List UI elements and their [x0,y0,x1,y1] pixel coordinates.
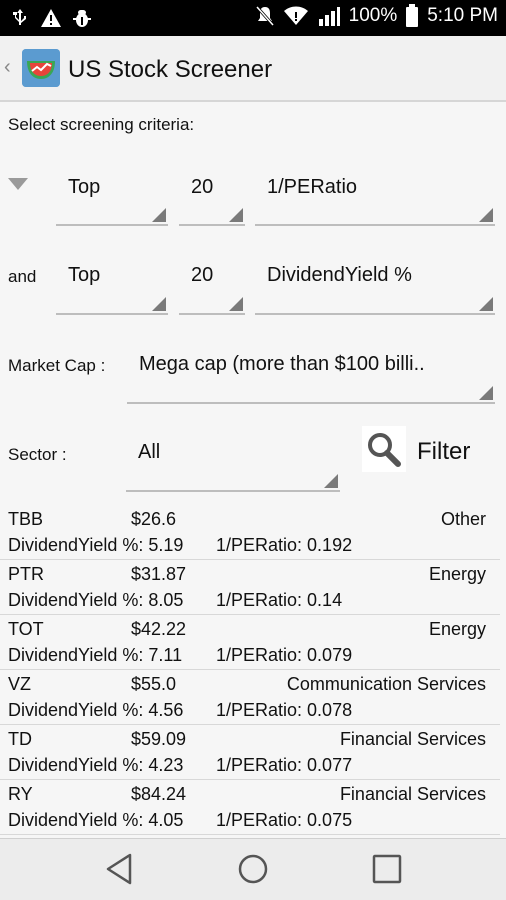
pe-ratio: 1/PERatio: 0.078 [216,700,353,720]
sector-label: Sector : [8,445,67,464]
dropdown-triangle-icon [479,386,493,400]
count-value-1: 20 [191,176,214,198]
stock-sector: Other [440,509,486,529]
list-item[interactable]: TD $59.09 Financial Services DividendYie… [0,725,500,780]
list-item[interactable]: VZ $55.0 Communication Services Dividend… [0,670,500,725]
recents-icon[interactable] [372,854,402,884]
list-item[interactable]: RY $84.24 Financial Services DividendYie… [0,780,500,835]
stock-price: $59.09 [131,729,187,749]
battery-percentage: 100% [348,5,398,26]
warning-icon [40,8,62,28]
pe-ratio: 1/PERatio: 0.077 [216,755,353,775]
usb-icon [10,8,30,28]
stock-symbol: TBB [8,509,44,529]
app-logo-icon[interactable] [22,49,60,87]
dropdown-triangle-icon [324,474,338,488]
app-title: US Stock Screener [68,56,273,83]
result-list: TBB $26.6 Other DividendYield %: 5.19 1/… [0,505,506,835]
dividend-yield: DividendYield %: 5.19 [8,535,184,555]
search-icon [368,433,401,467]
market-cap-value: Mega cap (more than $100 billi.. [139,353,425,375]
market-cap-spinner[interactable]: Mega cap (more than $100 billi.. [127,338,495,404]
metric-value-1: 1/PERatio [267,176,358,198]
rank-spinner-1[interactable]: Top [56,162,168,226]
expand-triangle-icon[interactable] [8,178,28,190]
dropdown-triangle-icon [152,208,166,222]
navigation-bar [0,838,506,900]
stock-symbol: PTR [8,564,44,584]
clock: 5:10 PM [427,5,498,26]
stock-symbol: VZ [8,674,32,694]
pe-ratio: 1/PERatio: 0.075 [216,810,353,830]
dropdown-triangle-icon [229,208,243,222]
pe-ratio: 1/PERatio: 0.079 [216,645,353,665]
metric-spinner-1[interactable]: 1/PERatio [255,162,495,226]
action-bar: ‹ US Stock Screener [0,36,506,102]
stock-sector: Financial Services [339,784,486,804]
stock-sector: Energy [428,564,486,584]
stock-price: $31.87 [131,564,187,584]
sector-spinner[interactable]: All [126,426,340,492]
dividend-yield: DividendYield %: 8.05 [8,590,184,610]
stock-price: $26.6 [131,509,177,529]
dropdown-triangle-icon [479,297,493,311]
stock-sector: Energy [428,619,486,639]
stock-sector: Financial Services [339,729,486,749]
pe-ratio: 1/PERatio: 0.14 [216,590,343,610]
rank-value-2: Top [68,264,101,286]
metric-spinner-2[interactable]: DividendYield % [255,250,495,315]
dividend-yield: DividendYield %: 4.56 [8,700,184,720]
rank-spinner-2[interactable]: Top [56,250,168,315]
pe-ratio: 1/PERatio: 0.192 [216,535,353,555]
status-bar: 100% 5:10 PM [0,0,506,36]
dividend-yield: DividendYield %: 4.05 [8,810,184,830]
signal-icon [317,5,341,27]
market-cap-label: Market Cap : [8,356,106,375]
list-item[interactable]: TBB $26.6 Other DividendYield %: 5.19 1/… [0,505,500,560]
list-item[interactable]: PTR $31.87 Energy DividendYield %: 8.05 … [0,560,500,615]
stock-price: $42.22 [131,619,187,639]
metric-value-2: DividendYield % [267,264,412,286]
filter-button[interactable] [362,426,406,472]
wifi-icon [283,5,309,27]
sector-value: All [138,441,161,463]
home-icon[interactable] [238,854,268,884]
back-icon[interactable] [106,853,132,885]
and-label: and [8,267,37,286]
rank-value-1: Top [68,176,101,198]
dividend-yield: DividendYield %: 4.23 [8,755,184,775]
dropdown-triangle-icon [152,297,166,311]
stock-price: $55.0 [131,674,177,694]
battery-icon [405,4,419,28]
stock-symbol: RY [8,784,33,804]
dividend-yield: DividendYield %: 7.11 [8,645,183,665]
count-spinner-2[interactable]: 20 [179,250,245,315]
list-item[interactable]: TOT $42.22 Energy DividendYield %: 7.11 … [0,615,500,670]
criteria-header: Select screening criteria: [8,115,195,134]
stock-sector: Communication Services [286,674,486,694]
dropdown-triangle-icon [229,297,243,311]
mute-icon [255,5,275,27]
dropdown-triangle-icon [479,208,493,222]
filter-label[interactable]: Filter [417,438,470,466]
count-value-2: 20 [191,264,214,286]
stock-symbol: TOT [8,619,44,639]
stock-symbol: TD [8,729,32,749]
bug-icon [72,8,92,28]
stock-price: $84.24 [131,784,187,804]
back-chevron-icon[interactable]: ‹ [4,56,11,79]
count-spinner-1[interactable]: 20 [179,162,245,226]
